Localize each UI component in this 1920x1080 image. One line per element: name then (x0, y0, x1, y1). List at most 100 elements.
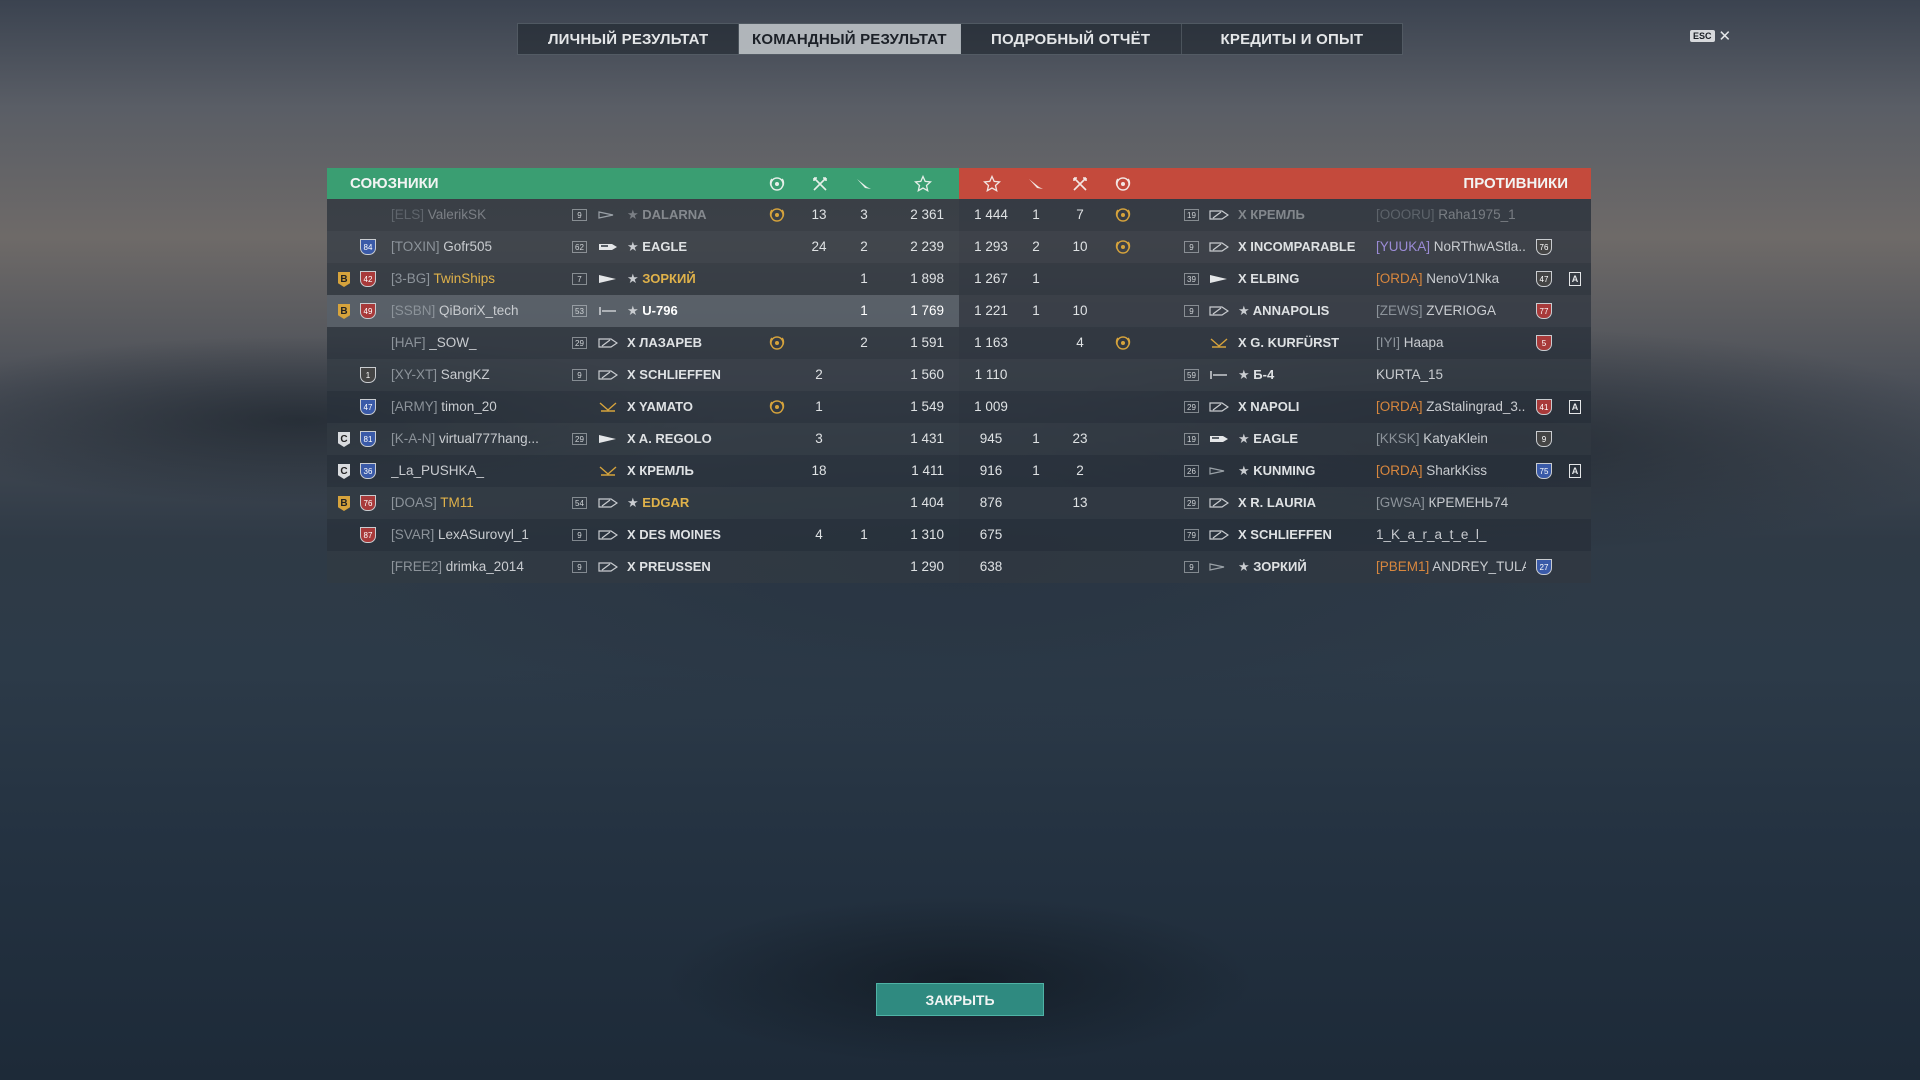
tab-detailed-report[interactable]: ПОДРОБНЫЙ ОТЧЁТ (961, 24, 1182, 54)
ally-player-row[interactable]: [FREE2] drimka_2014 9 X PREUSSEN 1 290 (327, 551, 959, 583)
player-level: 26 (1184, 465, 1199, 477)
tab-personal-result[interactable]: ЛИЧНЫЙ РЕЗУЛЬТАТ (518, 24, 740, 54)
ally-player-row[interactable]: [HAF] _SOW_ 29 X ЛАЗАРЕВ 2 1 591 (327, 327, 959, 359)
esc-close-button[interactable]: ESC ✕ (1690, 27, 1731, 45)
player-name: ValerikSK (427, 207, 487, 222)
ally-player-row[interactable]: B 49 [SSBN] QiBoriX_tech 53 ★ U-796 1 1 769 (327, 295, 959, 327)
clan-tag: [ARMY] (391, 399, 438, 414)
player-level: 9 (572, 209, 587, 221)
enemies-title: ПРОТИВНИКИ (1463, 175, 1568, 192)
ship-name-cell: X КРЕМЛЬ (1238, 199, 1368, 231)
experience-value: 1 560 (910, 367, 944, 382)
player-name-cell: [K-A-N] virtual777hang... (391, 423, 561, 455)
ship-name: X КРЕМЛЬ (627, 463, 694, 478)
ship-name: X NAPOLI (1238, 399, 1300, 414)
enemy-player-row[interactable]: 1 163 4 X G. KURFÜRST [IYI] Haapa 5 (959, 327, 1591, 359)
player-name: NoRThwAStla... (1433, 239, 1526, 254)
enemy-player-row[interactable]: 1 221 1 10 9 ★ ANNAPOLIS [ZEWS] ZVERIOGA 77 (959, 295, 1591, 327)
ally-player-row[interactable]: 1 [XY-XT] SangKZ 9 X SCHLIEFFEN 2 1 560 (327, 359, 959, 391)
frags-value: 10 (1072, 239, 1088, 254)
player-level: 9 (572, 561, 587, 573)
enemy-player-row[interactable]: 916 1 2 26 ★ KUNMING [ORDA] SharkKiss 75 A (959, 455, 1591, 487)
frags-value (1064, 519, 1096, 551)
ship-class-icon (1209, 433, 1229, 445)
player-level: 39 (1184, 273, 1199, 285)
player-name-cell: [DOAS] TM11 (391, 487, 561, 519)
laurel-icon (768, 206, 786, 224)
premium-star-icon: ★ (627, 207, 643, 222)
ship-name-cell: X YAMATO (627, 391, 757, 423)
player-level: 19 (1184, 433, 1199, 445)
player-name-cell: [ELS] ValerikSK (391, 199, 561, 231)
ship-name-cell: X SCHLIEFFEN (1238, 519, 1368, 551)
enemy-player-row[interactable]: 675 79 X SCHLIEFFEN 1_K_a_r_a_t_e_l_ (959, 519, 1591, 551)
planes-value: 2 (860, 239, 868, 254)
enemy-player-row[interactable]: 1 267 1 39 X ELBING [ORDA] NenoV1Nka 47 A (959, 263, 1591, 295)
frags-value (1064, 263, 1096, 295)
enemy-player-row[interactable]: 1 444 1 7 19 X КРЕМЛЬ [OOORU] Raha1975_1 (959, 199, 1591, 231)
player-name-cell: [OOORU] Raha1975_1 (1376, 199, 1526, 231)
planes-value: 2 (1032, 239, 1040, 254)
frags-value: 18 (811, 463, 827, 478)
ally-player-row[interactable]: C 81 [K-A-N] virtual777hang... 29 X A. REGOL… (327, 423, 959, 455)
enemy-player-row[interactable]: 876 13 29 X R. LAURIA [GWSA] КРЕМЕНЬ74 (959, 487, 1591, 519)
premium-star-icon: ★ (627, 495, 643, 510)
ship-class-icon (1209, 369, 1229, 381)
tab-team-result[interactable]: КОМАНДНЫЙ РЕЗУЛЬТАТ (739, 24, 961, 54)
ship-name-cell: ★ DALARNA (627, 199, 757, 231)
enemy-player-row[interactable]: 638 9 ★ ЗОРКИЙ [PBEM1] ANDREY_TULA 27 (959, 551, 1591, 583)
division-badge-icon: B (338, 304, 350, 319)
ally-player-row[interactable]: 47 [ARMY] timon_20 X YAMATO 1 1 549 (327, 391, 959, 423)
ship-name: X YAMATO (627, 399, 693, 414)
planes-value (848, 551, 880, 583)
player-name-cell: [ORDA] ZaStalingrad_3... (1376, 391, 1526, 423)
ship-name-cell: ★ KUNMING (1238, 455, 1368, 487)
frags-value: 4 (1076, 335, 1084, 350)
ally-player-row[interactable]: 84 [TOXIN] Gofr505 62 ★ EAGLE 24 2 2 239 (327, 231, 959, 263)
ship-name: X ELBING (1238, 271, 1300, 286)
experience-value: 2 361 (910, 207, 944, 222)
player-level: 9 (572, 369, 587, 381)
player-name-cell: [FREE2] drimka_2014 (391, 551, 561, 583)
ship-class-icon (1209, 273, 1229, 285)
enemy-player-row[interactable]: 945 1 23 19 ★ EAGLE [KKSK] KatyaKlein 9 (959, 423, 1591, 455)
frags-value: 3 (815, 431, 823, 446)
clan-tag: [K-A-N] (391, 431, 436, 446)
player-name-cell: _La_PUSHKA_ (391, 455, 561, 487)
enemy-player-row[interactable]: 1 293 2 10 9 X INCOMPARABLE [YUUKA] NoRThwASt… (959, 231, 1591, 263)
player-name: _SOW_ (429, 335, 477, 350)
tab-credits-xp[interactable]: КРЕДИТЫ И ОПЫТ (1182, 24, 1402, 54)
enemy-player-row[interactable]: 1 009 29 X NAPOLI [ORDA] ZaStalingrad_3... 4… (959, 391, 1591, 423)
premium-star-icon: ★ (1238, 367, 1254, 382)
planes-value (848, 391, 880, 423)
premium-star-icon: ★ (627, 239, 643, 254)
ally-player-row[interactable]: C 36 _La_PUSHKA_ X КРЕМЛЬ 18 1 411 (327, 455, 959, 487)
experience-value: 1 009 (974, 399, 1008, 414)
experience-value: 945 (979, 431, 1003, 446)
rank-icon: 9 (1536, 431, 1552, 447)
ship-name: U-796 (642, 303, 678, 318)
ship-name: EAGLE (1253, 431, 1299, 446)
ally-player-row[interactable]: 87 [SVAR] LexASurovyl_1 9 X DES MOINES 4 1 1 3… (327, 519, 959, 551)
clan-tag: [3-BG] (391, 271, 431, 286)
ship-name: Б-4 (1253, 367, 1275, 382)
ally-player-row[interactable]: [ELS] ValerikSK 9 ★ DALARNA 13 3 2 361 (327, 199, 959, 231)
ship-class-icon (1209, 241, 1230, 253)
experience-value: 1 290 (910, 559, 944, 574)
ship-class-icon (1209, 401, 1230, 413)
ally-player-row[interactable]: B 42 [3-BG] TwinShips 7 ★ ЗОРКИЙ 1 1 898 (327, 263, 959, 295)
ship-name-cell: X ELBING (1238, 263, 1368, 295)
enemy-player-row[interactable]: 1 110 59 ★ Б-4 KURTA_15 (959, 359, 1591, 391)
ship-name-cell: X G. KURFÜRST (1238, 327, 1368, 359)
frags-value (803, 487, 835, 519)
ship-name-cell: ★ EAGLE (627, 231, 757, 263)
close-button[interactable]: ЗАКРЫТЬ (876, 983, 1044, 1016)
ally-player-row[interactable]: B 76 [DOAS] TM11 54 ★ EDGAR 1 404 (327, 487, 959, 519)
frags-value: 4 (815, 527, 823, 542)
frags-value (1064, 359, 1096, 391)
rank-icon: 1 (360, 367, 376, 383)
ship-class-icon (1209, 529, 1230, 541)
player-name: ZVERIOGA (1426, 303, 1497, 318)
player-name: 1_K_a_r_a_t_e_l_ (1376, 527, 1487, 542)
frags-value: 1 (815, 399, 823, 414)
